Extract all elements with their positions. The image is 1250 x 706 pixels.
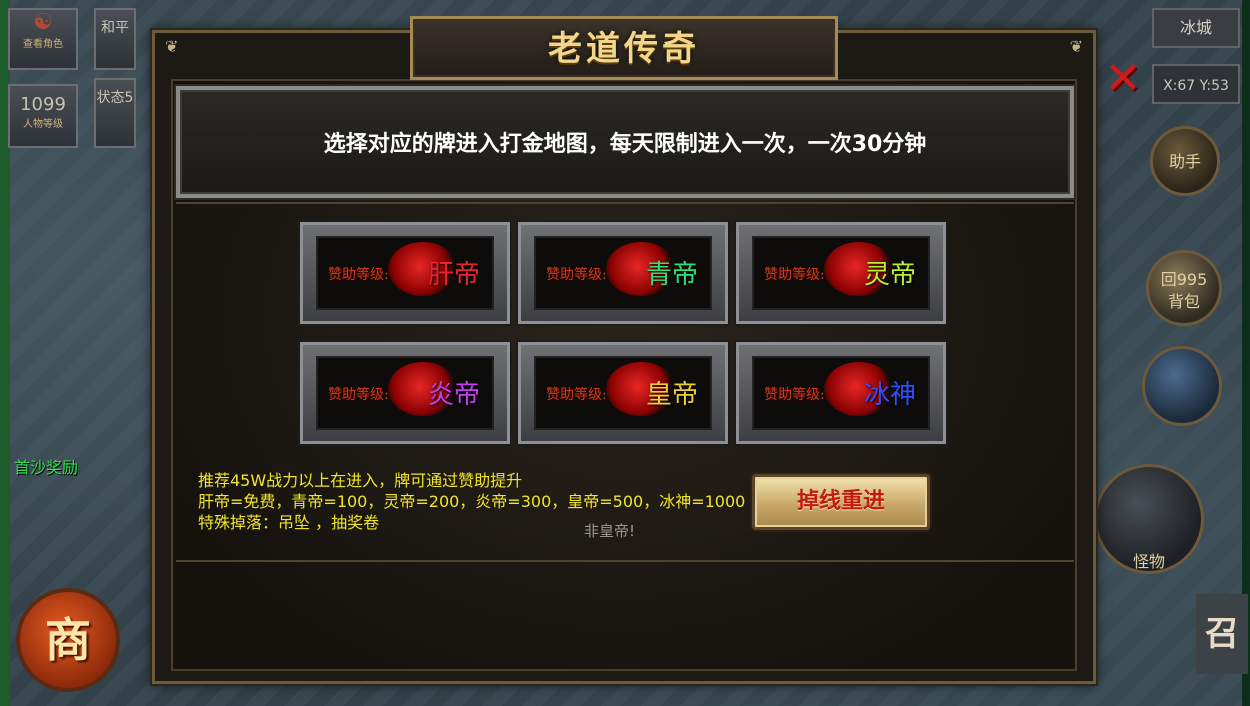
status-label: 状态5 [96,90,134,106]
info-line-recommendation: 推荐45W战力以上在进入，牌可通过赞助提升 [198,471,523,490]
assistant-button[interactable]: 助手 [1150,126,1220,196]
divider [176,560,1074,562]
map-name: 冰城 [1152,8,1240,48]
plaque-prefix: 赞助等级: [546,267,607,283]
summon-button[interactable]: 召 [1196,594,1248,674]
plaque-prefix: 赞助等级: [764,267,825,283]
role-icon: ☯ [33,10,53,35]
skill-button[interactable] [1142,346,1222,426]
info-line-prices: 肝帝=免费，青帝=100，灵帝=200，炎帝=300，皇帝=500，冰神=100… [198,492,746,511]
eligibility-status-text: 非皇帝! [584,522,636,540]
plaque-huangdi[interactable]: 赞助等级: 皇帝 [516,340,730,446]
plaque-prefix: 赞助等级: [328,387,389,403]
peace-mode-button[interactable]: 和平 [94,8,136,70]
character-level-button[interactable]: 1099 人物等级 [8,84,78,148]
plaque-tier-label: 青帝 [645,260,698,290]
info-line-drops: 特殊掉落：吊坠 ，抽奖卷 [198,513,380,532]
coordinates-readout: X:67 Y:53 [1152,64,1240,104]
plaque-face: 赞助等级: 冰神 [752,356,930,430]
info-text-block: 推荐45W战力以上在进入，牌可通过赞助提升 肝帝=免费，青帝=100，灵帝=20… [198,470,745,533]
plaque-prefix: 赞助等级: [764,387,825,403]
plaque-face: 赞助等级: 肝帝 [316,236,494,310]
recycle-label: 回995 [1160,270,1208,289]
dialog-title-plate: 老道传奇 [410,16,838,80]
plaque-prefix: 赞助等级: [328,267,389,283]
recycle-pack-button[interactable]: 回995 背包 [1146,250,1222,326]
plaque-face: 赞助等级: 灵帝 [752,236,930,310]
plaque-tier-label: 炎帝 [427,380,480,410]
view-role-label: 查看角色 [23,39,63,50]
plaque-tier-label: 肝帝 [427,260,480,290]
plaque-gandi[interactable]: 赞助等级: 肝帝 [298,220,512,326]
dialog-title: 老道传奇 [548,29,700,69]
close-icon[interactable]: ✕ [1100,56,1146,102]
status-button[interactable]: 状态5 [94,78,136,148]
plaque-tier-label: 冰神 [863,380,916,410]
view-role-button[interactable]: ☯ 查看角色 [8,8,78,70]
first-sand-reward-link[interactable]: 首沙奖励 [14,454,78,478]
level-label: 人物等级 [23,119,63,130]
assistant-label: 助手 [1168,152,1201,171]
instruction-banner: 选择对应的牌进入打金地图，每天限制进入一次，一次30分钟 [176,86,1074,198]
monster-button[interactable]: 怪物 [1094,464,1204,574]
plaque-face: 赞助等级: 皇帝 [534,356,712,430]
plaque-tier-label: 皇帝 [645,380,698,410]
level-value: 1099 [20,94,66,115]
shop-button[interactable]: 商 [16,588,120,692]
corner-ornament-icon: ❦ [165,37,179,56]
plaque-qingdi[interactable]: 赞助等级: 青帝 [516,220,730,326]
plaque-yandi[interactable]: 赞助等级: 炎帝 [298,340,512,446]
plaque-bingshen[interactable]: 赞助等级: 冰神 [734,340,948,446]
plaque-face: 赞助等级: 炎帝 [316,356,494,430]
plaque-tier-label: 灵帝 [863,260,916,290]
instruction-text: 选择对应的牌进入打金地图，每天限制进入一次，一次30分钟 [323,132,927,157]
plaque-grid: 赞助等级: 肝帝 赞助等级: 青帝 赞助等级: 灵帝 赞助等级: 炎帝 赞助等级… [298,220,950,448]
divider [176,202,1074,204]
monster-label: 怪物 [1132,552,1165,571]
peace-mode-label: 和平 [101,20,129,36]
reconnect-reenter-button[interactable]: 掉线重进 [752,474,930,530]
corner-ornament-icon: ❦ [1069,37,1083,56]
plaque-lingdi[interactable]: 赞助等级: 灵帝 [734,220,948,326]
plaque-face: 赞助等级: 青帝 [534,236,712,310]
plaque-prefix: 赞助等级: [546,387,607,403]
pack-label: 背包 [1167,292,1200,311]
